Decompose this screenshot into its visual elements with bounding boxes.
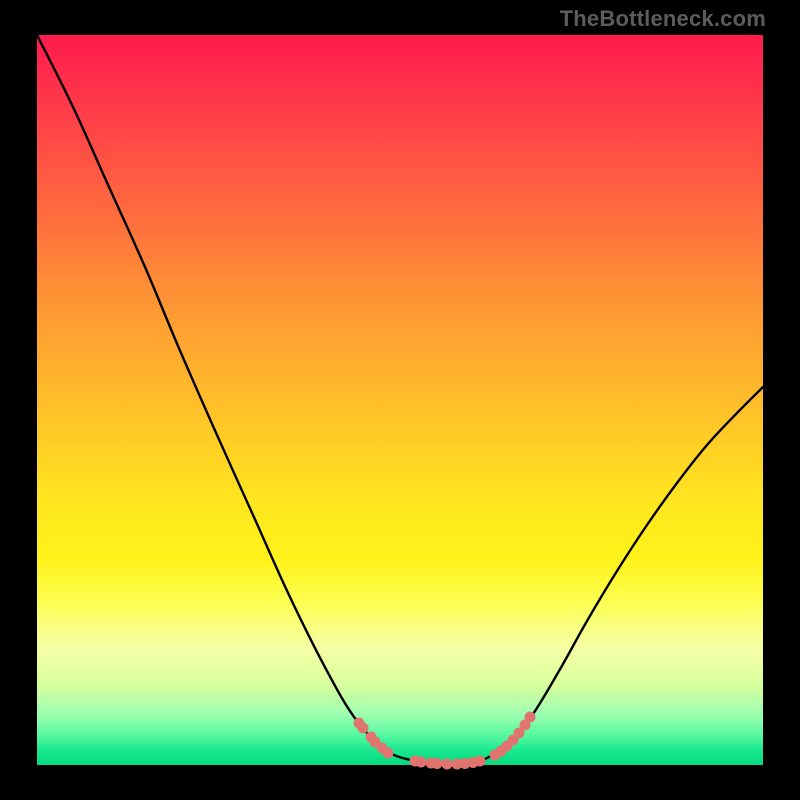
curve-dot <box>475 756 486 767</box>
curve-dot <box>432 758 443 769</box>
bottleneck-curve <box>37 35 763 764</box>
curve-dot <box>416 757 427 768</box>
curve-dots <box>354 712 536 770</box>
curve-dot <box>383 748 394 759</box>
curve-dot <box>358 723 369 734</box>
watermark-text: TheBottleneck.com <box>560 6 766 32</box>
chart-frame: TheBottleneck.com <box>0 0 800 800</box>
curve-dot <box>525 712 536 723</box>
curve-layer <box>37 35 763 765</box>
plot-area <box>37 35 763 765</box>
curve-dot <box>442 759 453 770</box>
